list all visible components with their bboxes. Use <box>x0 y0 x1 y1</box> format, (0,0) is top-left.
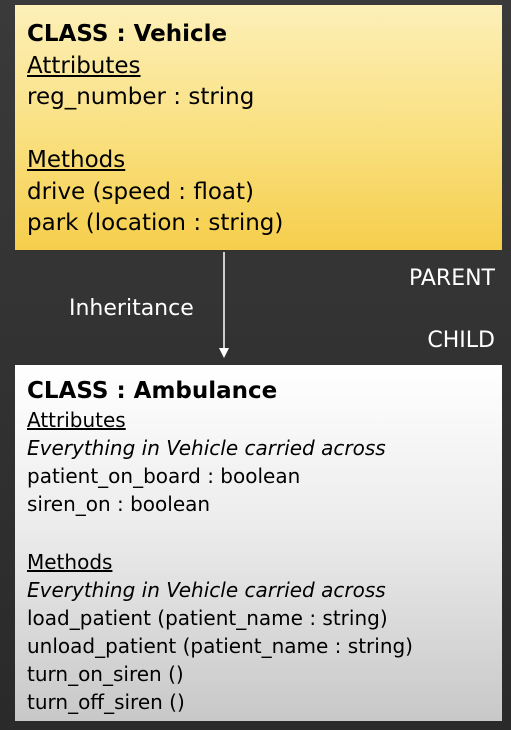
child-class-title: CLASS : Ambulance <box>27 378 278 404</box>
child-method-item: turn_on_siren () <box>27 662 184 686</box>
parent-class-title: CLASS : Vehicle <box>27 21 228 47</box>
parent-attributes-heading: Attributes <box>27 52 141 79</box>
inheritance-label: Inheritance <box>69 296 194 321</box>
child-label: CHILD <box>427 328 495 353</box>
parent-label: PARENT <box>409 266 495 291</box>
inheritance-arrow <box>219 252 229 358</box>
child-methods-note: Everything in Vehicle carried across <box>27 578 386 602</box>
child-attribute-item: patient_on_board : boolean <box>27 464 301 488</box>
parent-attribute-item: reg_number : string <box>27 84 255 110</box>
parent-class-box: CLASS : Vehicle Attributes reg_number : … <box>15 5 502 250</box>
child-method-item: unload_patient (patient_name : string) <box>27 634 413 658</box>
parent-methods-heading: Methods <box>27 147 126 173</box>
parent-method-item: park (location : string) <box>27 210 284 236</box>
child-attributes-heading: Attributes <box>27 408 126 432</box>
child-class-box: CLASS : Ambulance Attributes Everything … <box>15 365 502 721</box>
child-method-item: load_patient (patient_name : string) <box>27 606 388 630</box>
arrow-head <box>219 348 229 358</box>
parent-method-item: drive (speed : float) <box>27 178 254 205</box>
child-methods-heading: Methods <box>27 550 113 574</box>
child-method-item: turn_off_siren () <box>27 690 185 714</box>
child-attributes-note: Everything in Vehicle carried across <box>27 436 386 460</box>
child-attribute-item: siren_on : boolean <box>27 492 211 516</box>
